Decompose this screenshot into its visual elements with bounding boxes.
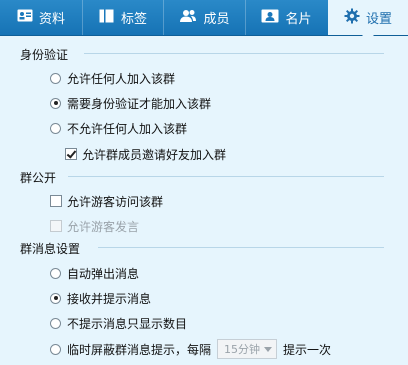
checkbox-invite-friends[interactable]: 允许群成员邀请好友加入群 — [65, 145, 226, 163]
tab-card-label: 名片 — [285, 12, 312, 27]
tab-bar: 资料 标签 成员 名片 设置 — [0, 0, 408, 41]
checkbox-disabled — [50, 220, 62, 232]
checkbox-label: 允许群成员邀请好友加入群 — [82, 147, 227, 162]
tab-settings-label: 设置 — [365, 12, 392, 27]
radio-allow-nobody[interactable]: 不允许任何人加入该群 — [50, 119, 187, 137]
tab-tags[interactable]: 标签 — [83, 0, 163, 35]
radio-button[interactable] — [50, 292, 61, 304]
radio-label: 允许任何人加入该群 — [67, 71, 176, 86]
checkbox-guest-speak: 允许游客发言 — [50, 217, 139, 235]
checkbox[interactable] — [65, 148, 77, 160]
checkbox[interactable] — [50, 195, 62, 207]
radio-receive-notify[interactable]: 接收并提示消息 — [50, 289, 151, 307]
tab-members-label: 成员 — [203, 12, 230, 27]
tab-profile[interactable]: 资料 — [0, 0, 82, 35]
radio-count-only[interactable]: 不提示消息只显示数目 — [50, 314, 187, 332]
radio-button[interactable] — [50, 267, 61, 279]
radio-label: 自动弹出消息 — [67, 266, 140, 281]
radio-temp-block[interactable]: 临时屏蔽群消息提示，每隔 15分钟 提示一次 — [50, 339, 332, 359]
radio-allow-anyone[interactable]: 允许任何人加入该群 — [50, 69, 175, 87]
tab-settings[interactable]: 设置 — [328, 0, 408, 41]
gear-icon — [344, 8, 360, 28]
tab-members[interactable]: 成员 — [164, 0, 245, 35]
tag-icon — [99, 9, 115, 27]
tab-tags-label: 标签 — [120, 12, 147, 27]
profile-card-icon — [17, 9, 33, 26]
active-tab-pointer — [362, 35, 374, 41]
interval-value: 15分钟 — [224, 343, 261, 356]
members-icon — [179, 9, 197, 27]
radio-label: 不提示消息只显示数目 — [67, 316, 188, 331]
radio-label: 不允许任何人加入该群 — [67, 121, 188, 136]
radio-label: 临时屏蔽群消息提示，每隔 — [67, 342, 212, 357]
checkbox-label: 允许游客发言 — [67, 219, 140, 234]
section-title-messages: 群消息设置 — [20, 242, 81, 256]
radio-label: 需要身份验证才能加入该群 — [67, 96, 212, 111]
section-title-verify: 身份验证 — [20, 48, 69, 62]
radio-button[interactable] — [50, 72, 61, 84]
radio-button[interactable] — [50, 343, 61, 355]
radio-auto-popup[interactable]: 自动弹出消息 — [50, 264, 139, 282]
checkbox-guest-visit[interactable]: 允许游客访问该群 — [50, 192, 163, 210]
business-card-icon — [261, 9, 279, 27]
tab-profile-label: 资料 — [38, 12, 65, 27]
radio-label-suffix: 提示一次 — [283, 342, 332, 357]
radio-button[interactable] — [50, 97, 61, 109]
section-divider — [68, 176, 384, 177]
section-title-public: 群公开 — [20, 171, 57, 185]
tab-card[interactable]: 名片 — [246, 0, 327, 35]
radio-button[interactable] — [50, 122, 61, 134]
radio-button[interactable] — [50, 317, 61, 329]
interval-select: 15分钟 — [217, 339, 278, 359]
section-divider — [84, 53, 384, 54]
chevron-down-icon — [264, 346, 273, 352]
checkbox-label: 允许游客访问该群 — [67, 194, 164, 209]
radio-label: 接收并提示消息 — [67, 291, 152, 306]
radio-need-verify[interactable]: 需要身份验证才能加入该群 — [50, 94, 211, 112]
section-divider — [98, 247, 384, 248]
